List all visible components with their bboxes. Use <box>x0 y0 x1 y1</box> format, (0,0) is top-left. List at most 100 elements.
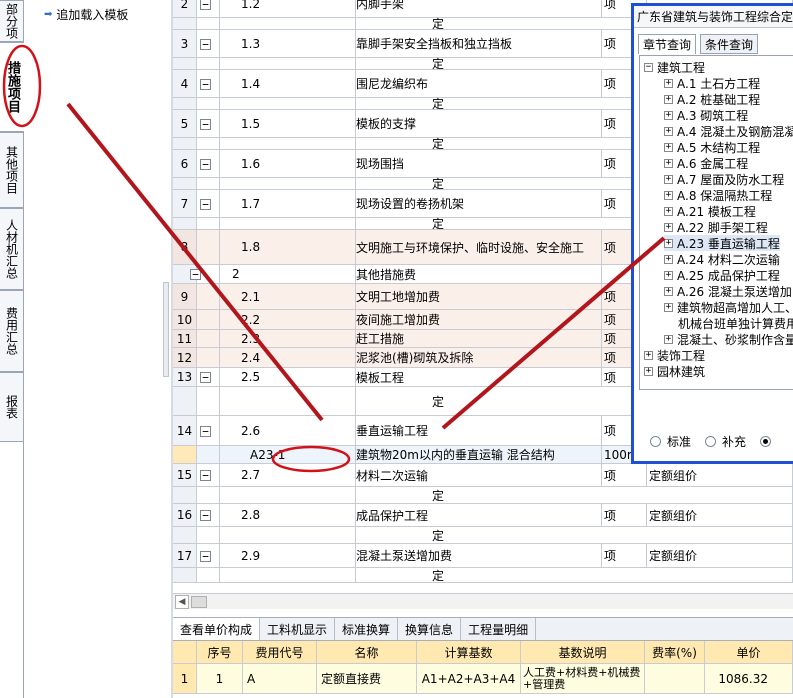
tree-node[interactable]: + A.7 屋面及防水工程 <box>664 171 784 187</box>
bottom-tab-0[interactable]: 查看单价构成 <box>173 618 261 640</box>
library-radio-2[interactable] <box>760 435 777 447</box>
panel-splitter-handle[interactable] <box>163 282 169 377</box>
tree-node[interactable]: + A.3 砌筑工程 <box>664 107 748 123</box>
collapse-icon[interactable]: − <box>200 550 211 562</box>
radio-icon[interactable] <box>760 435 772 447</box>
tree-node[interactable]: − 建筑工程 <box>644 59 705 75</box>
expand-icon[interactable]: + <box>664 94 673 104</box>
vtab-1[interactable]: 措施项目 <box>0 42 24 132</box>
table-row[interactable]: 17− 2.9 混凝土泵送增加费 项定额组价 <box>173 544 793 568</box>
row-code-label: 2.6 <box>241 423 261 438</box>
cell-rate <box>645 664 705 693</box>
expand-icon[interactable]: + <box>664 142 673 152</box>
scroll-left-icon[interactable]: ◀ <box>175 595 189 609</box>
row-name: 围尼龙编织布 <box>356 70 602 97</box>
row-name-label: 泥浆池(槽)砌筑及拆除 <box>356 351 474 365</box>
tree-node[interactable]: + 建筑物超高增加人工、机 <box>664 299 793 315</box>
row-spacer <box>197 310 220 329</box>
expand-icon[interactable]: + <box>664 206 673 216</box>
tree-node[interactable]: + A.22 脚手架工程 <box>664 219 768 235</box>
collapse-icon[interactable]: − <box>200 372 211 383</box>
radio-icon[interactable] <box>650 435 661 447</box>
tree-node[interactable]: + A.6 金属工程 <box>664 155 748 171</box>
tree-node[interactable]: + 装饰工程 <box>644 347 705 363</box>
horizontal-scrollbar[interactable]: ◀ <box>173 593 793 609</box>
tree-node[interactable]: + A.23 垂直运输工程 <box>664 235 780 251</box>
expand-icon[interactable]: + <box>644 350 653 360</box>
collapse-icon[interactable]: − <box>200 510 211 521</box>
expand-icon[interactable]: + <box>664 222 673 232</box>
expand-icon[interactable]: + <box>664 110 673 120</box>
tree-node[interactable]: + A.21 模板工程 <box>664 203 756 219</box>
expand-icon[interactable]: + <box>664 190 673 200</box>
tree-node[interactable]: 机械台班单独计算费用 <box>678 315 793 331</box>
vtab-3[interactable]: 人材机汇总 <box>0 208 24 290</box>
expand-icon[interactable]: + <box>664 174 673 184</box>
quota-subrow[interactable]: 定 <box>173 568 793 583</box>
bottom-tab-4[interactable]: 工程量明细 <box>461 618 537 640</box>
collapse-icon[interactable]: − <box>200 425 211 437</box>
bottom-tab-3[interactable]: 换算信息 <box>398 618 462 640</box>
expand-icon[interactable]: + <box>664 238 673 248</box>
expand-icon[interactable]: + <box>664 126 673 136</box>
library-radio-1[interactable]: 补充 <box>705 433 746 450</box>
tree-node[interactable]: + A.4 混凝土及钢筋混凝土 <box>664 123 793 139</box>
tree-node[interactable]: + A.26 混凝土泵送增加 <box>664 283 792 299</box>
quota-tab-0[interactable]: 章节查询 <box>638 34 697 54</box>
row-index <box>173 18 197 29</box>
collapse-icon[interactable]: − <box>190 269 201 280</box>
scroll-thumb[interactable] <box>191 596 207 608</box>
collapse-icon[interactable]: − <box>200 158 211 170</box>
tree-node[interactable]: + A.2 桩基础工程 <box>664 91 760 107</box>
row-name-label: 现场围挡 <box>356 157 405 171</box>
tree-node[interactable]: + A.8 保温隔热工程 <box>664 187 772 203</box>
vtab-2[interactable]: 其他项目 <box>0 132 24 208</box>
radio-icon[interactable] <box>705 435 717 447</box>
table-row[interactable]: 16− 2.8 成品保护工程 项定额组价 <box>173 504 793 527</box>
vtab-5[interactable]: 报表 <box>0 372 24 442</box>
table-row[interactable]: 1 1 A 定额直接费 A1+A2+A3+A4 人工费+材料费+机械费+管理费 1086.3… <box>173 664 793 694</box>
tree-node[interactable]: + A.5 木结构工程 <box>664 139 760 155</box>
tree-node-label: A.4 混凝土及钢筋混凝土 <box>677 124 793 139</box>
expand-icon[interactable]: + <box>664 302 673 312</box>
table-row[interactable]: 15− 2.7 材料二次运输 项定额组价 <box>173 464 793 487</box>
row-index: 3 <box>173 30 197 57</box>
column-header: 单价 <box>705 641 793 663</box>
tree-node[interactable]: + 混凝土、砂浆制作含量 <box>664 331 793 347</box>
collapse-icon[interactable]: − <box>644 62 653 72</box>
collapse-icon[interactable]: − <box>200 38 211 50</box>
library-radio-0[interactable]: 标准 <box>650 433 691 450</box>
row-name-label: 模板的支撑 <box>356 117 417 131</box>
expand-icon[interactable]: + <box>664 270 673 280</box>
expand-icon[interactable]: + <box>664 78 673 88</box>
tree-node[interactable]: + A.1 土石方工程 <box>664 75 760 91</box>
expand-icon[interactable]: + <box>664 254 673 264</box>
collapse-icon[interactable]: − <box>200 470 211 481</box>
tree-node[interactable]: + 园林建筑 <box>644 363 705 379</box>
expand-icon[interactable]: + <box>644 366 653 376</box>
append-template-link[interactable]: ➡ 追加载入模板 <box>44 6 128 23</box>
expand-icon[interactable]: + <box>664 286 673 296</box>
vtab-4[interactable]: 费用汇总 <box>0 290 24 372</box>
tree-node[interactable]: + A.25 成品保护工程 <box>664 267 780 283</box>
collapse-icon[interactable]: − <box>200 198 211 210</box>
quota-subrow[interactable]: 定 <box>173 487 793 504</box>
row-name: 其他措施费 <box>356 265 602 283</box>
detail-tab-bar: 查看单价构成 工料机显示 标准换算 换算信息 工程量明细 <box>173 617 793 641</box>
vtab-label: 部分项 <box>4 3 19 39</box>
collapse-icon[interactable]: − <box>200 118 211 130</box>
expand-icon[interactable]: + <box>664 334 673 344</box>
quota-tab-1[interactable]: 条件查询 <box>700 34 759 54</box>
collapse-icon[interactable]: − <box>200 78 211 90</box>
row-index: 9 <box>173 284 197 309</box>
tree-node-label: A.6 金属工程 <box>677 156 749 171</box>
tree-node[interactable]: + A.24 材料二次运输 <box>664 251 780 267</box>
collapse-icon[interactable]: − <box>200 0 211 10</box>
quota-subrow[interactable]: 定 <box>173 527 793 544</box>
row-code-label: 2.9 <box>241 548 261 563</box>
bottom-tab-1[interactable]: 工料机显示 <box>260 618 336 640</box>
bottom-tab-2[interactable]: 标准换算 <box>335 618 399 640</box>
expand-icon[interactable]: + <box>664 158 673 168</box>
vtab-0[interactable]: 部分项 <box>0 0 24 42</box>
row-name-label: 赶工措施 <box>356 332 405 346</box>
